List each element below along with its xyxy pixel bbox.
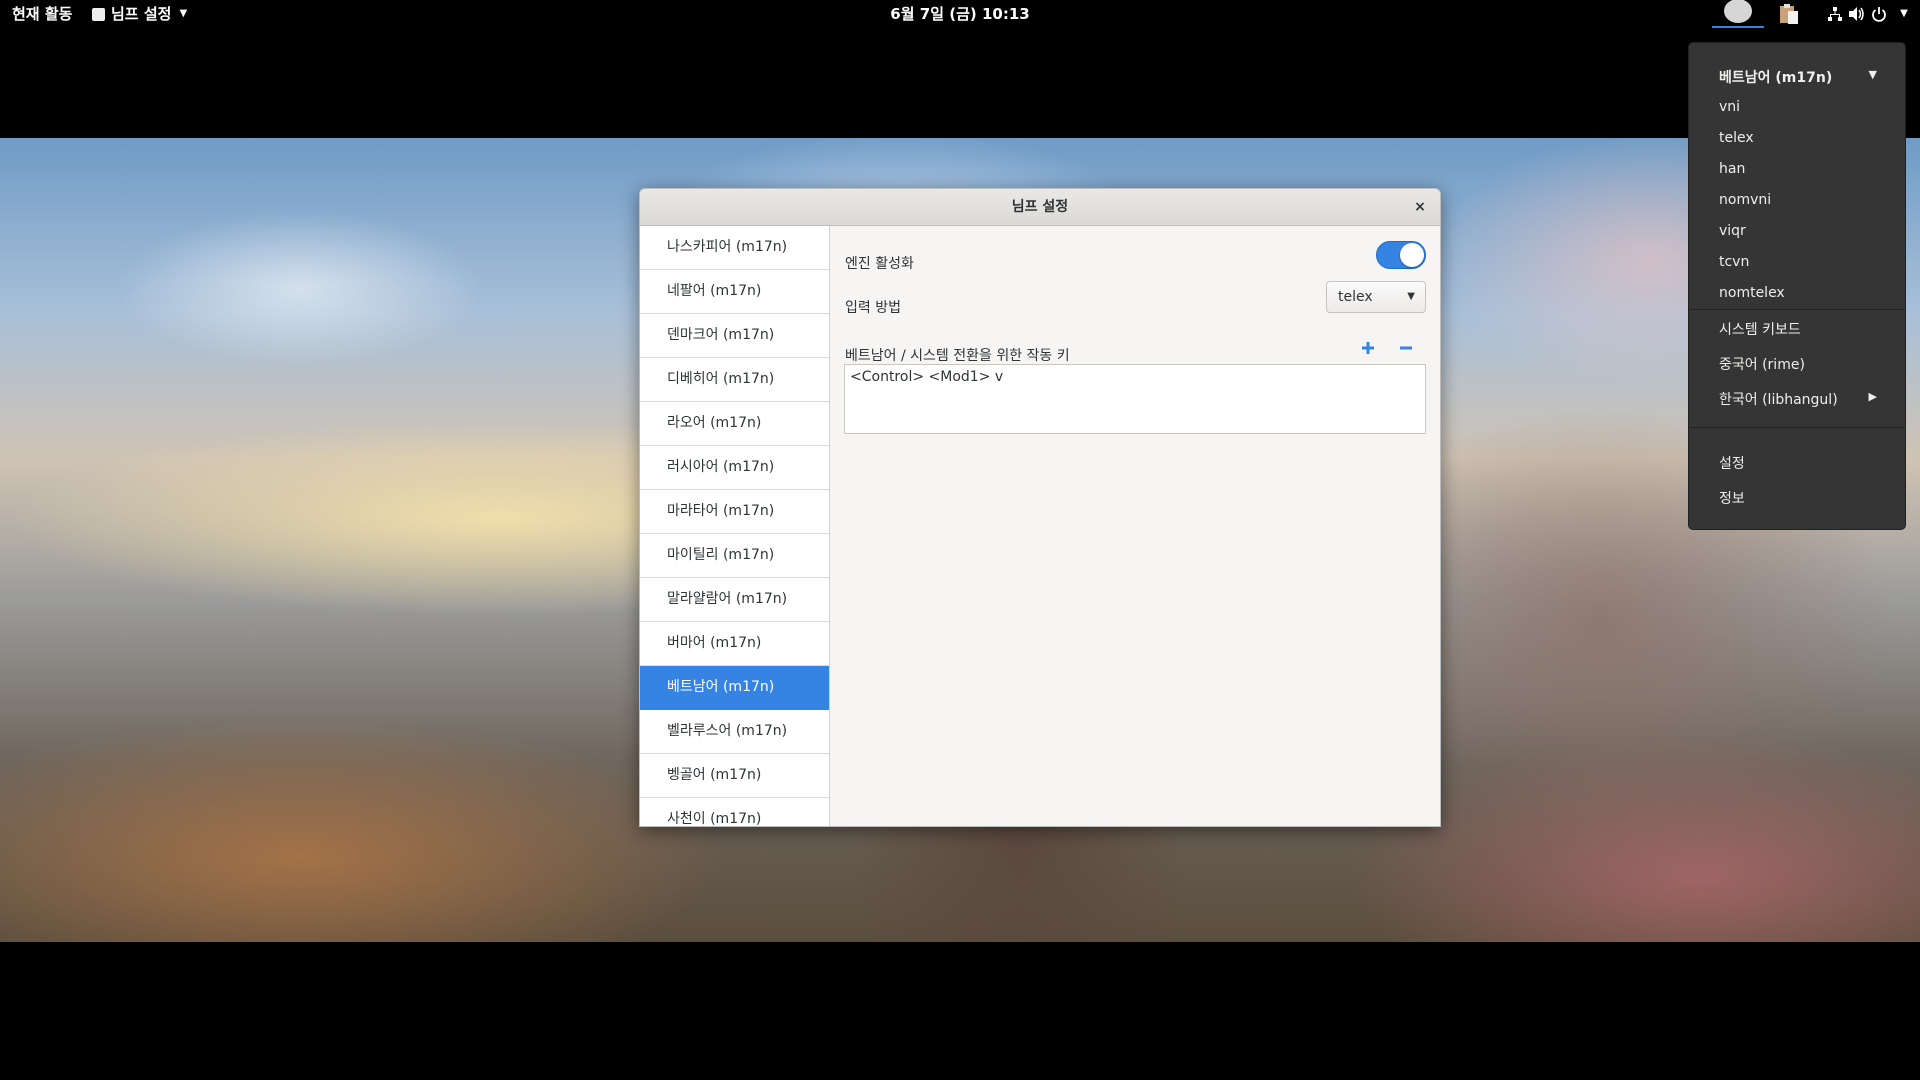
menu-item-method[interactable]: telex bbox=[1719, 130, 1754, 146]
input-method-label: 입력 방법 bbox=[845, 300, 901, 316]
clipboard-icon bbox=[1780, 4, 1798, 24]
menu-item-about[interactable]: 정보 bbox=[1719, 488, 1745, 508]
network-button[interactable] bbox=[1824, 0, 1846, 28]
input-method-dropdown[interactable]: telex ▼ bbox=[1326, 281, 1426, 313]
menu-item-current-engine[interactable]: 베트남어 (m17n) bbox=[1719, 67, 1832, 87]
language-item[interactable]: 마이틸리 (m17n) bbox=[640, 534, 829, 578]
chevron-down-icon[interactable]: ▼ bbox=[1894, 0, 1914, 28]
desktop-bottom bbox=[0, 942, 1920, 1080]
clock-container: 6월 7일 (금) 10:13 bbox=[0, 0, 1920, 28]
chevron-right-icon: ▶ bbox=[1868, 390, 1877, 403]
remove-hotkey-button[interactable] bbox=[1394, 338, 1418, 362]
top-bar: 현재 활동 님프 설정 ▼ 6월 7일 (금) 10:13 ▼ bbox=[0, 0, 1920, 28]
language-item[interactable]: 벵골어 (m17n) bbox=[640, 754, 829, 798]
language-item[interactable]: 말라얄람어 (m17n) bbox=[640, 578, 829, 622]
minus-icon bbox=[1400, 346, 1412, 350]
language-item[interactable]: 네팔어 (m17n) bbox=[640, 270, 829, 314]
clipboard-button[interactable] bbox=[1776, 0, 1802, 28]
volume-button[interactable] bbox=[1846, 0, 1868, 28]
ime-indicator-button[interactable] bbox=[1712, 0, 1764, 28]
language-item[interactable]: 러시아어 (m17n) bbox=[640, 446, 829, 490]
language-item[interactable]: 디베히어 (m17n) bbox=[640, 358, 829, 402]
close-button[interactable]: × bbox=[1408, 195, 1432, 219]
dialog-titlebar[interactable]: 님프 설정 × bbox=[640, 189, 1440, 226]
menu-item-method[interactable]: vni bbox=[1719, 99, 1740, 115]
menu-separator bbox=[1690, 427, 1904, 428]
app-menu-label: 님프 설정 bbox=[111, 5, 172, 23]
engine-enable-label: 엔진 활성화 bbox=[845, 256, 914, 272]
settings-dialog: 님프 설정 × 나스카피어 (m17n) 네팔어 (m17n) 덴마크어 (m1… bbox=[639, 188, 1441, 827]
settings-panel: 엔진 활성화 입력 방법 telex ▼ 베트남어 / 시스템 전환을 위한 작… bbox=[830, 226, 1440, 826]
menu-item-method[interactable]: han bbox=[1719, 161, 1745, 177]
engine-enable-switch[interactable] bbox=[1376, 241, 1426, 269]
clock[interactable]: 6월 7일 (금) 10:13 bbox=[890, 5, 1029, 23]
language-item[interactable]: 라오어 (m17n) bbox=[640, 402, 829, 446]
menu-item-engine[interactable]: 한국어 (libhangul) bbox=[1719, 389, 1838, 409]
language-item[interactable]: 나스카피어 (m17n) bbox=[640, 226, 829, 270]
menu-item-engine[interactable]: 중국어 (rime) bbox=[1719, 354, 1805, 374]
menu-item-method[interactable]: nomvni bbox=[1719, 192, 1771, 208]
language-list: 나스카피어 (m17n) 네팔어 (m17n) 덴마크어 (m17n) 디베히어… bbox=[640, 226, 830, 826]
chevron-down-icon: ▼ bbox=[1868, 68, 1877, 81]
menu-item-engine[interactable]: 시스템 키보드 bbox=[1719, 319, 1801, 339]
dialog-title: 님프 설정 bbox=[1011, 199, 1069, 215]
language-item[interactable]: 버마어 (m17n) bbox=[640, 622, 829, 666]
app-icon bbox=[92, 7, 105, 21]
menu-separator bbox=[1690, 309, 1904, 310]
input-method-value: telex bbox=[1338, 289, 1373, 305]
language-item[interactable]: 마라타어 (m17n) bbox=[640, 490, 829, 534]
hotkey-list[interactable]: <Control> <Mod1> v bbox=[844, 364, 1426, 434]
menu-item-method[interactable]: nomtelex bbox=[1719, 285, 1785, 301]
circle-icon bbox=[1724, 0, 1752, 23]
power-button[interactable] bbox=[1868, 0, 1890, 28]
language-item[interactable]: 벨라루스어 (m17n) bbox=[640, 710, 829, 754]
ime-popup-menu: 베트남어 (m17n) ▼ vni telex han nomvni viqr … bbox=[1688, 42, 1906, 530]
language-item-selected[interactable]: 베트남어 (m17n) bbox=[640, 666, 829, 710]
language-item[interactable]: 사천이 (m17n) bbox=[640, 798, 829, 826]
chevron-down-icon: ▼ bbox=[1407, 291, 1415, 302]
menu-item-settings[interactable]: 설정 bbox=[1719, 453, 1745, 473]
app-menu[interactable]: 님프 설정 ▼ bbox=[92, 0, 187, 28]
language-item[interactable]: 덴마크어 (m17n) bbox=[640, 314, 829, 358]
power-icon bbox=[1872, 7, 1886, 22]
hotkey-label: 베트남어 / 시스템 전환을 위한 작동 키 bbox=[845, 348, 1070, 364]
switch-knob bbox=[1400, 243, 1424, 267]
add-hotkey-button[interactable] bbox=[1356, 338, 1380, 362]
chevron-down-icon: ▼ bbox=[179, 8, 188, 19]
plus-icon bbox=[1362, 342, 1374, 354]
menu-item-method[interactable]: viqr bbox=[1719, 223, 1746, 239]
network-icon bbox=[1828, 7, 1842, 21]
volume-icon bbox=[1849, 7, 1864, 21]
system-tray: ▼ bbox=[1712, 0, 1920, 28]
activities-button[interactable]: 현재 활동 bbox=[12, 0, 72, 28]
hotkey-entry[interactable]: <Control> <Mod1> v bbox=[845, 365, 1425, 389]
menu-item-method[interactable]: tcvn bbox=[1719, 254, 1749, 270]
